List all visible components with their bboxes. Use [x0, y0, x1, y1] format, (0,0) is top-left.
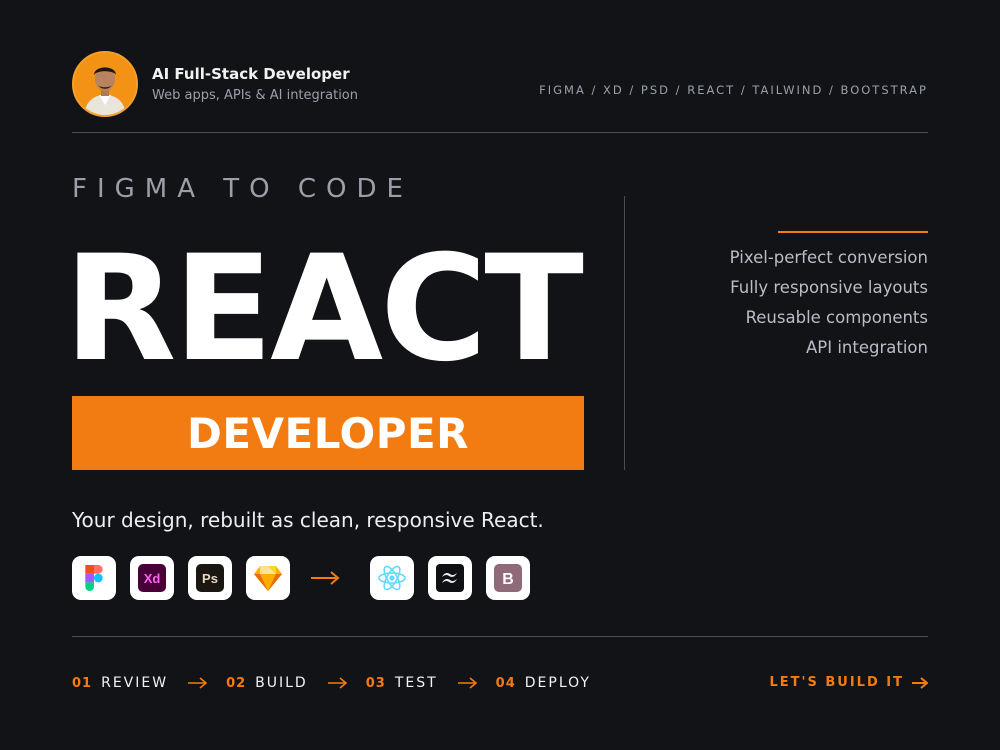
avatar: [72, 51, 138, 117]
step-review: 01 REVIEW: [72, 675, 168, 691]
step-deploy: 04 DEPLOY: [496, 675, 591, 691]
figma-icon: [72, 556, 116, 600]
vertical-divider: [624, 196, 625, 470]
step-build: 02 BUILD: [226, 675, 308, 691]
feature-item: Reusable components: [745, 308, 928, 327]
tech-stack-list: FIGMA / XD / PSD / REACT / TAILWIND / BO…: [539, 83, 928, 97]
arrow-right-icon: [457, 677, 478, 689]
step-number: 04: [495, 675, 516, 691]
xd-icon: Xd: [130, 556, 174, 600]
step-number: 02: [226, 675, 247, 691]
photoshop-icon: Ps: [188, 556, 232, 600]
feature-list: Pixel-perfect conversion Fully responsiv…: [730, 246, 928, 366]
step-test: 03 TEST: [366, 675, 438, 691]
feature-item: Pixel-perfect conversion: [729, 248, 928, 267]
step-label: TEST: [394, 675, 438, 691]
step-number: 03: [365, 675, 386, 691]
arrow-right-icon: [327, 677, 348, 689]
header-divider: [72, 132, 928, 133]
hero-subtitle: Your design, rebuilt as clean, responsiv…: [72, 508, 544, 532]
hero-band: DEVELOPER: [72, 396, 584, 470]
accent-line: [778, 231, 928, 233]
hero-band-text: DEVELOPER: [186, 408, 470, 458]
hero-title: REACT: [64, 224, 584, 394]
step-label: BUILD: [255, 675, 308, 691]
step-number: 01: [72, 675, 93, 691]
profile-name: AI Full-Stack Developer: [152, 65, 350, 83]
bootstrap-label: B: [502, 571, 514, 588]
process-steps: 01 REVIEW 02 BUILD 03 TEST 04 DEPLOY: [72, 675, 591, 691]
tailwind-icon: [428, 556, 472, 600]
react-icon: [370, 556, 414, 600]
ps-label: Ps: [202, 571, 218, 586]
bootstrap-icon: B: [486, 556, 530, 600]
step-label: DEPLOY: [524, 675, 591, 691]
feature-item: API integration: [806, 338, 928, 357]
sketch-icon: [246, 556, 290, 600]
footer-divider: [72, 636, 928, 637]
feature-item: Fully responsive layouts: [730, 278, 928, 297]
arrow-right-icon: [310, 571, 350, 585]
hero-eyebrow: FIGMA TO CODE: [72, 174, 413, 204]
step-label: REVIEW: [101, 675, 169, 691]
arrow-right-icon: [912, 676, 928, 689]
tool-icons: Xd Ps B: [72, 556, 544, 600]
profile-tagline: Web apps, APIs & AI integration: [152, 88, 358, 103]
arrow-right-icon: [188, 677, 208, 689]
cta-label: LET'S BUILD IT: [769, 675, 904, 690]
cta-link[interactable]: LET'S BUILD IT: [769, 675, 928, 690]
avatar-portrait: [74, 53, 136, 115]
xd-label: Xd: [144, 571, 161, 586]
